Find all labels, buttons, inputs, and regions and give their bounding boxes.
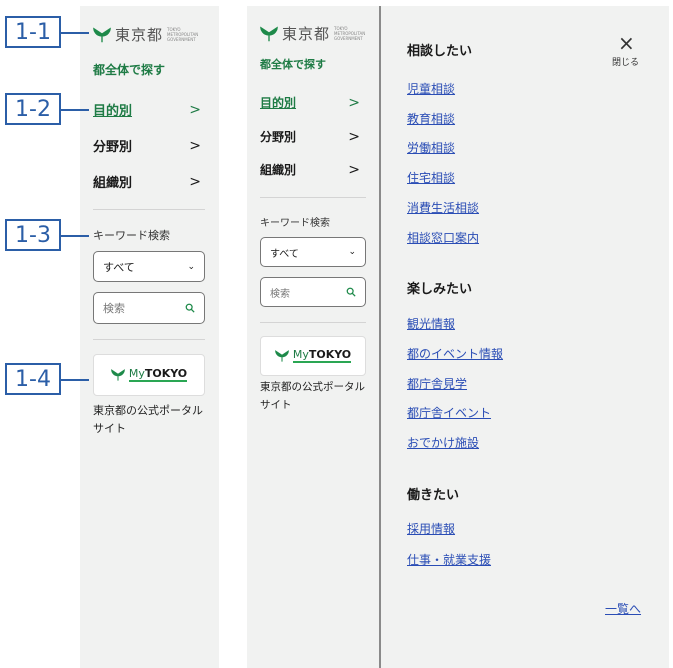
chevron-right-icon: > xyxy=(348,94,360,111)
mytokyo-button[interactable]: MyTOKYO xyxy=(93,354,205,396)
ginkgo-leaf-icon xyxy=(260,25,278,41)
sidebar-item-label: 組織別 xyxy=(260,163,297,177)
sidebar-item-purpose[interactable]: 目的別 > xyxy=(93,100,201,120)
link-education-consult[interactable]: 教育相談 xyxy=(407,110,455,127)
ginkgo-leaf-icon xyxy=(275,350,289,362)
logo-subtext: TOKYO METROPOLITAN GOVERNMENT xyxy=(167,27,199,42)
portal-description: 東京都の公式ポータルサイト xyxy=(93,404,203,435)
tokyo-logo[interactable]: 東京都 TOKYO METROPOLITAN GOVERNMENT xyxy=(260,23,366,44)
category-select[interactable]: すべて ⌄ xyxy=(93,251,205,282)
chevron-right-icon: > xyxy=(189,137,201,154)
link-consult-desk[interactable]: 相談窓口案内 xyxy=(407,229,479,246)
mytokyo-button[interactable]: MyTOKYO xyxy=(260,336,366,376)
ginkgo-leaf-icon xyxy=(111,369,125,381)
chevron-down-icon: ⌄ xyxy=(348,247,356,257)
select-value: すべて xyxy=(270,248,299,260)
ginkgo-leaf-icon xyxy=(93,26,111,42)
link-labor-consult[interactable]: 労働相談 xyxy=(407,139,455,156)
category-select[interactable]: すべて ⌄ xyxy=(260,237,366,267)
callout-1-2: 1-2 xyxy=(5,93,61,125)
link-consumer-consult[interactable]: 消費生活相談 xyxy=(407,199,479,216)
callout-connector xyxy=(61,235,89,237)
sidebar-item-field[interactable]: 分野別 > xyxy=(93,136,201,156)
divider xyxy=(260,197,366,198)
keyword-search-label: キーワード検索 xyxy=(93,229,170,242)
logo-text: 東京都 xyxy=(282,25,331,43)
search-icon[interactable] xyxy=(185,303,195,313)
callout-connector xyxy=(61,32,89,34)
callout-connector xyxy=(61,379,89,381)
mytokyo-label: MyTOKYO xyxy=(292,348,352,363)
section-title-enjoy: 楽しみたい xyxy=(407,282,473,297)
chevron-right-icon: > xyxy=(348,161,360,178)
search-all-heading: 都全体で探す xyxy=(93,63,166,77)
chevron-right-icon: > xyxy=(189,101,201,118)
portal-description: 東京都の公式ポータルサイト xyxy=(260,381,365,411)
keyword-search-label: キーワード検索 xyxy=(260,218,330,229)
sidebar-item-label: 目的別 xyxy=(260,96,297,110)
link-outing-facilities[interactable]: おでかけ施設 xyxy=(407,434,479,451)
sidebar-item-field[interactable]: 分野別 > xyxy=(260,128,360,145)
logo-subtext: TOKYO METROPOLITAN GOVERNMENT xyxy=(334,26,366,41)
link-office-events[interactable]: 都庁舎イベント xyxy=(407,404,491,421)
mytokyo-label-my: My xyxy=(292,348,309,361)
mytokyo-label-tokyo: TOKYO xyxy=(308,348,352,361)
search-input[interactable]: 検索 xyxy=(260,277,366,307)
sidebar-item-purpose[interactable]: 目的別 > xyxy=(260,94,360,111)
link-recruitment-info[interactable]: 採用情報 xyxy=(407,520,455,537)
view-all-link[interactable]: 一覧へ xyxy=(605,600,641,617)
link-event-info[interactable]: 都のイベント情報 xyxy=(407,345,503,362)
section-title-work: 働きたい xyxy=(407,488,460,503)
sidebar-item-label: 分野別 xyxy=(260,130,297,144)
search-placeholder: 検索 xyxy=(103,302,125,315)
megamenu-panel xyxy=(381,6,669,668)
callout-connector xyxy=(61,109,89,111)
mytokyo-label-tokyo: TOKYO xyxy=(144,367,188,380)
sidebar-item-organization[interactable]: 組織別 > xyxy=(260,161,360,178)
callout-1-3: 1-3 xyxy=(5,219,61,251)
divider xyxy=(260,322,366,323)
divider xyxy=(93,209,205,210)
divider xyxy=(93,339,205,340)
link-office-tour[interactable]: 都庁舎見学 xyxy=(407,375,467,392)
link-child-consult[interactable]: 児童相談 xyxy=(407,80,455,97)
callout-1-1: 1-1 xyxy=(5,16,61,48)
chevron-right-icon: > xyxy=(189,173,201,190)
sidebar-item-organization[interactable]: 組織別 > xyxy=(93,172,201,192)
close-icon[interactable]: × xyxy=(618,33,635,53)
select-value: すべて xyxy=(103,260,135,274)
logo-text: 東京都 xyxy=(115,26,164,44)
mytokyo-label: MyTOKYO xyxy=(128,367,188,382)
chevron-right-icon: > xyxy=(348,128,360,145)
search-input[interactable]: 検索 xyxy=(93,292,205,324)
section-title-consult: 相談したい xyxy=(407,44,473,59)
link-employment-support[interactable]: 仕事・就業支援 xyxy=(407,551,491,568)
close-button-label[interactable]: 閉じる xyxy=(612,55,639,68)
sidebar-item-label: 分野別 xyxy=(93,140,133,155)
callout-1-4: 1-4 xyxy=(5,363,61,395)
search-icon[interactable] xyxy=(346,287,356,297)
search-placeholder: 検索 xyxy=(270,288,290,300)
search-all-heading: 都全体で探す xyxy=(260,58,326,71)
mytokyo-label-my: My xyxy=(128,367,145,380)
tokyo-logo[interactable]: 東京都 TOKYO METROPOLITAN GOVERNMENT xyxy=(93,24,199,45)
sidebar-item-label: 目的別 xyxy=(93,104,133,119)
sidebar-item-label: 組織別 xyxy=(93,176,133,191)
link-housing-consult[interactable]: 住宅相談 xyxy=(407,169,455,186)
chevron-down-icon: ⌄ xyxy=(187,261,195,272)
link-tourism-info[interactable]: 観光情報 xyxy=(407,315,455,332)
